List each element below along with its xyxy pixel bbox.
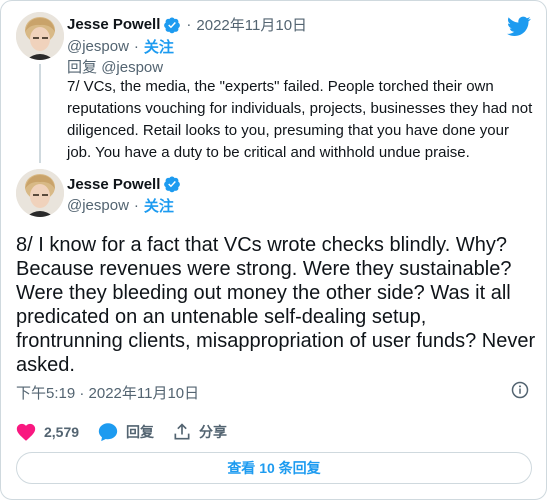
reply-bubble-icon [98,423,118,442]
follow-button[interactable]: 关注 [144,36,174,57]
author-row: Jesse Powell [67,175,181,193]
author-name[interactable]: Jesse Powell [67,176,160,193]
verified-badge-icon [163,175,181,193]
tweet-card: Jesse Powell · 2022年11月10日 @jespow · 关注 … [0,0,547,500]
verified-badge-icon [163,16,181,34]
twitter-bird-icon[interactable] [507,14,531,38]
like-button[interactable]: 2,579 [15,421,79,443]
info-icon[interactable] [511,381,529,399]
reply-label: 回复 [67,59,98,76]
thread-line [39,64,41,163]
follow-button[interactable]: 关注 [144,195,174,216]
separator-dot: · [186,16,192,33]
separator-dot: · [133,38,139,55]
like-count: 2,579 [44,424,80,440]
handle-row: @jespow · 关注 [67,195,174,216]
tweet-text: 8/ I know for a fact that VCs wrote chec… [16,234,536,376]
author-handle[interactable]: @jespow [67,197,129,214]
tweet-date[interactable]: 2022年11月10日 [196,14,307,35]
avatar[interactable] [16,169,64,217]
reply-to-handle[interactable]: @jespow [101,59,163,76]
handle-row: @jespow · 关注 [67,36,174,57]
share-label: 分享 [199,424,228,440]
author-row: Jesse Powell · 2022年11月10日 [67,14,307,35]
separator-dot: · [133,197,139,214]
author-name[interactable]: Jesse Powell [67,16,160,33]
tweet-timestamp[interactable]: 下午5:19 · 2022年11月10日 [16,382,199,403]
tweet-actions: 2,579 回复 分享 [15,421,245,443]
view-replies-button[interactable]: 查看 10 条回复 [16,452,532,484]
replying-to: 回复 @jespow [67,56,163,77]
heart-icon [16,423,36,441]
author-handle[interactable]: @jespow [67,38,129,55]
reply-button[interactable]: 回复 [97,421,154,443]
share-icon [174,423,190,440]
share-button[interactable]: 分享 [172,422,227,442]
reply-label: 回复 [126,424,155,440]
previous-tweet-text: 7/ VCs, the media, the "experts" failed.… [67,78,533,161]
avatar[interactable] [16,12,64,60]
